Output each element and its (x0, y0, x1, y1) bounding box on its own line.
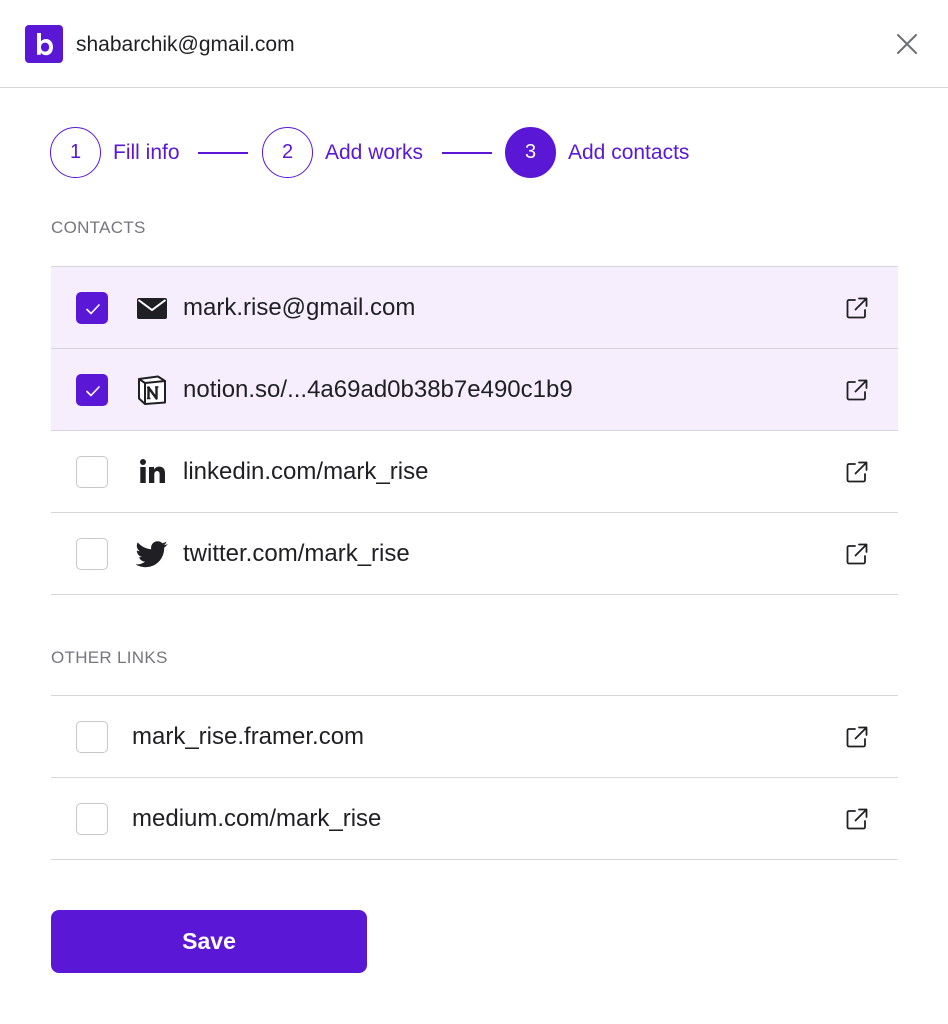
header: shabarchik@gmail.com (0, 0, 948, 88)
other-link-row-medium[interactable]: medium.com/mark_rise (51, 778, 898, 860)
contact-twitter-label: twitter.com/mark_rise (183, 540, 410, 567)
contact-twitter-checkbox[interactable] (76, 538, 108, 570)
other-links-list: mark_rise.framer.com medium.com/mark_ris… (51, 695, 898, 860)
check-icon (86, 304, 100, 315)
contact-email-label: mark.rise@gmail.com (183, 294, 416, 321)
contacts-section-title: CONTACTS (51, 218, 146, 237)
contact-linkedin-checkbox[interactable] (76, 456, 108, 488)
step-2-number[interactable]: 2 (262, 127, 313, 178)
account-email: shabarchik@gmail.com (76, 33, 295, 56)
contact-row-twitter[interactable]: twitter.com/mark_rise (51, 513, 898, 595)
contact-row-notion[interactable]: notion.so/...4a69ad0b38b7e490c1b9 (51, 349, 898, 431)
linkedin-icon (140, 459, 165, 483)
other-link-framer-label: mark_rise.framer.com (132, 723, 365, 750)
step-3-label[interactable]: Add contacts (568, 140, 689, 166)
notion-icon (138, 375, 166, 405)
close-icon (897, 34, 917, 54)
stepper: 1 Fill info 2 Add works 3 Add contacts (50, 127, 750, 178)
contact-row-email[interactable]: mark.rise@gmail.com (51, 267, 898, 349)
step-1-label[interactable]: Fill info (113, 140, 180, 166)
step-connector-1 (198, 152, 248, 154)
check-icon (86, 386, 100, 397)
external-link-icon[interactable] (844, 541, 870, 567)
external-link-icon[interactable] (844, 459, 870, 485)
external-link-icon[interactable] (844, 295, 870, 321)
contact-linkedin-label: linkedin.com/mark_rise (183, 458, 429, 485)
save-button[interactable]: Save (51, 910, 367, 973)
step-3-number[interactable]: 3 (505, 127, 556, 178)
other-link-medium-label: medium.com/mark_rise (132, 805, 382, 832)
twitter-icon (136, 541, 168, 568)
step-connector-2 (442, 152, 492, 154)
mail-icon (137, 298, 167, 319)
other-link-framer-checkbox[interactable] (76, 721, 108, 753)
external-link-icon[interactable] (844, 806, 870, 832)
logo-b-icon (37, 33, 53, 56)
contact-notion-label: notion.so/...4a69ad0b38b7e490c1b9 (183, 376, 573, 403)
close-button[interactable] (893, 30, 921, 58)
other-link-medium-checkbox[interactable] (76, 803, 108, 835)
contacts-list: mark.rise@gmail.com notion.so/...4a69ad0… (51, 266, 898, 595)
other-links-section-title: OTHER LINKS (51, 648, 168, 667)
contact-notion-checkbox[interactable] (76, 374, 108, 406)
external-link-icon[interactable] (844, 377, 870, 403)
contact-email-checkbox[interactable] (76, 292, 108, 324)
external-link-icon[interactable] (844, 724, 870, 750)
contact-row-linkedin[interactable]: linkedin.com/mark_rise (51, 431, 898, 513)
other-link-row-framer[interactable]: mark_rise.framer.com (51, 696, 898, 778)
step-2-label[interactable]: Add works (325, 140, 423, 166)
step-1-number[interactable]: 1 (50, 127, 101, 178)
app-logo[interactable] (25, 25, 63, 63)
